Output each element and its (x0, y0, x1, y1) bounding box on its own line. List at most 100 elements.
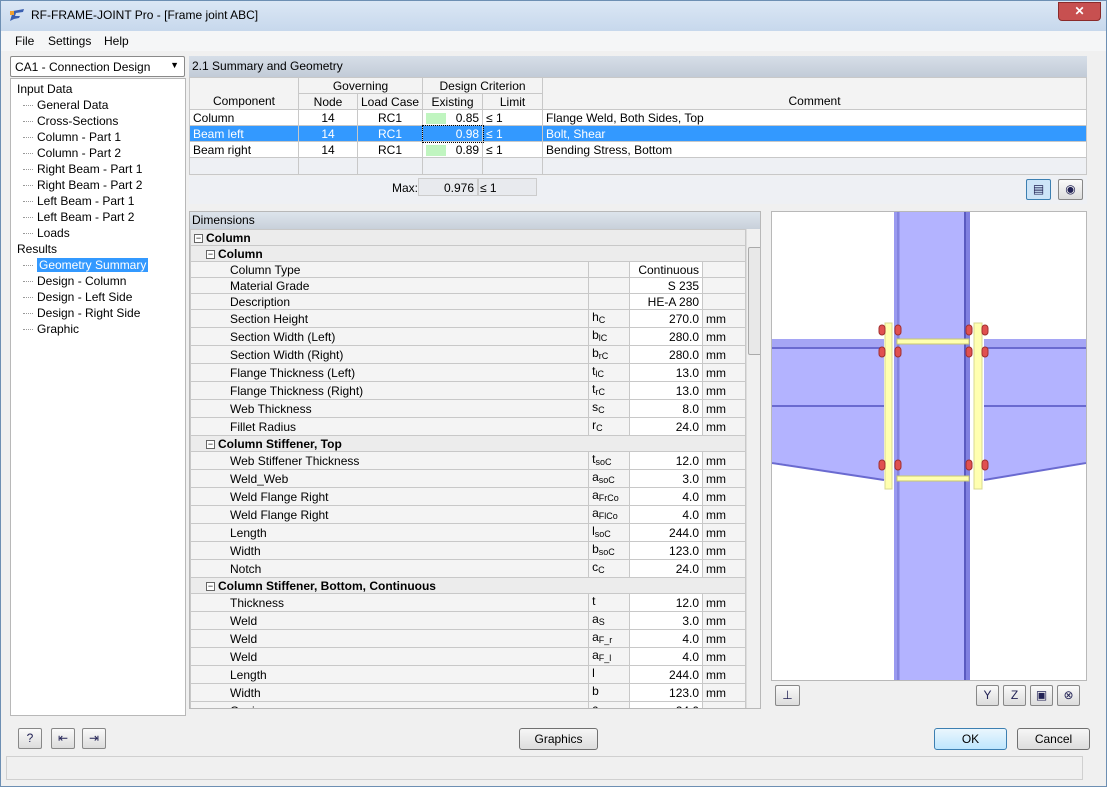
tree-item-cross-sections[interactable]: Cross-Sections (11, 113, 118, 129)
tree-item-general-data[interactable]: General Data (11, 97, 108, 113)
dimension-row[interactable]: Web Stiffener Thickness tsoC 12.0 mm (190, 451, 746, 470)
dimension-row[interactable]: Width bsoC 123.0 mm (190, 541, 746, 560)
param-value[interactable]: 12.0 (629, 451, 704, 470)
tree-item-right-beam-part-2[interactable]: Right Beam - Part 2 (11, 177, 142, 193)
tree-item-design-right-side[interactable]: Design - Right Side (11, 305, 140, 321)
view-settings-button[interactable]: ⊥ (775, 685, 800, 706)
tree-item-graphic[interactable]: Graphic (11, 321, 79, 337)
param-value[interactable]: 24.0 (629, 559, 704, 578)
collapse-icon[interactable]: − (206, 249, 215, 259)
param-value[interactable]: 280.0 (629, 345, 704, 364)
dimension-row[interactable]: Flange Thickness (Right) trC 13.0 mm (190, 381, 746, 400)
scrollbar-thumb[interactable] (748, 247, 760, 355)
param-value[interactable]: 244.0 (629, 665, 704, 684)
dimension-row[interactable]: Thickness t 12.0 mm (190, 593, 746, 612)
param-value[interactable]: 270.0 (629, 309, 704, 328)
ok-button[interactable]: OK (934, 728, 1007, 750)
param-value[interactable]: 3.0 (629, 469, 704, 488)
param-value[interactable]: 12.0 (629, 593, 704, 612)
tree-item-design-column[interactable]: Design - Column (11, 273, 126, 289)
param-value[interactable]: 3.0 (629, 611, 704, 630)
tree-item-loads[interactable]: Loads (11, 225, 70, 241)
dimension-row[interactable]: Weld_Web asoC 3.0 mm (190, 469, 746, 488)
col-header-governing: Governing (297, 77, 424, 94)
dimension-row[interactable]: Fillet Radius rC 24.0 mm (190, 417, 746, 436)
dimension-row[interactable]: Material Grade S 235 (190, 277, 746, 294)
menu-file[interactable]: File (15, 34, 34, 48)
dimension-row[interactable]: Length lsoC 244.0 mm (190, 523, 746, 542)
param-value[interactable]: 4.0 (629, 487, 704, 506)
view-iso-button[interactable]: ▣ (1030, 685, 1053, 706)
param-value[interactable]: 4.0 (629, 629, 704, 648)
param-value[interactable]: 123.0 (629, 541, 704, 560)
param-value[interactable]: S 235 (629, 277, 704, 294)
tree-item-design-left-side[interactable]: Design - Left Side (11, 289, 132, 305)
collapse-icon[interactable]: − (206, 439, 215, 449)
tree-item-column-part-1[interactable]: Column - Part 1 (11, 129, 121, 145)
import-button[interactable]: ⇥ (82, 728, 106, 749)
dimension-row[interactable]: Section Width (Right) brC 280.0 mm (190, 345, 746, 364)
case-select[interactable]: CA1 - Connection Design ▼ (10, 56, 185, 77)
view-y-button[interactable]: Y (976, 685, 999, 706)
param-value[interactable]: 8.0 (629, 399, 704, 418)
group-row[interactable]: − Column (190, 229, 746, 246)
summary-row[interactable]: Column 14 RC1 0.85 ≤ 1 Flange Weld, Both Side… (189, 109, 1087, 126)
param-value[interactable]: 4.0 (629, 505, 704, 524)
tree-item-left-beam-part-2[interactable]: Left Beam - Part 2 (11, 209, 134, 225)
dimensions-scrollbar[interactable] (746, 229, 760, 708)
dimension-row[interactable]: Web Thickness sC 8.0 mm (190, 399, 746, 418)
summary-row[interactable]: Beam left 14 RC1 0.98 ≤ 1 Bolt, Shear (189, 124, 1087, 143)
summary-row[interactable]: Beam right 14 RC1 0.89 ≤ 1 Bending Stress, Bo… (189, 141, 1087, 158)
tree-item-left-beam-part-1[interactable]: Left Beam - Part 1 (11, 193, 134, 209)
param-label: Weld_Web (230, 471, 289, 486)
group-row[interactable]: − Column Stiffener, Bottom, Continuous (190, 577, 746, 594)
graphic-viewport[interactable] (771, 211, 1087, 681)
view-button[interactable]: ◉ (1058, 179, 1083, 200)
collapse-icon[interactable]: − (194, 233, 203, 243)
cell-text: 14 (321, 126, 335, 141)
group-row[interactable]: − Column Stiffener, Top (190, 435, 746, 452)
param-value[interactable]: 24.0 (629, 417, 704, 436)
dimension-row[interactable]: Section Width (Left) blC 280.0 mm (190, 327, 746, 346)
export-button[interactable]: ⇤ (51, 728, 75, 749)
table-view-button[interactable]: ▤ (1026, 179, 1051, 200)
param-value[interactable]: HE-A 280 (629, 293, 704, 310)
dimension-row[interactable]: Column Type Continuous (190, 261, 746, 278)
dimension-row[interactable]: Weld aF_r 4.0 mm (190, 629, 746, 648)
param-value[interactable]: 24.0 (629, 701, 704, 708)
param-value[interactable]: 244.0 (629, 523, 704, 542)
tree-item-geometry-summary[interactable]: Geometry Summary (11, 257, 149, 273)
param-value[interactable]: 13.0 (629, 381, 704, 400)
dimension-row[interactable]: Length l 244.0 mm (190, 665, 746, 684)
menu-settings[interactable]: Settings (48, 34, 91, 48)
param-value[interactable]: 4.0 (629, 647, 704, 666)
help-button[interactable]: ? (18, 728, 42, 749)
tree-group-input-data[interactable]: Input Data (11, 81, 72, 97)
dimension-row[interactable]: Width b 123.0 mm (190, 683, 746, 702)
close-button[interactable]: ✕ (1058, 2, 1101, 21)
tree-group-results[interactable]: Results (11, 241, 57, 257)
dimension-row[interactable]: Weld aS 3.0 mm (190, 611, 746, 630)
dimension-row[interactable]: Notch cC 24.0 mm (190, 559, 746, 578)
cancel-button[interactable]: Cancel (1017, 728, 1090, 750)
menu-help[interactable]: Help (104, 34, 129, 48)
dimension-row[interactable]: Coping c 24.0 mm (190, 701, 746, 708)
collapse-icon[interactable]: − (206, 581, 215, 591)
param-value[interactable]: 280.0 (629, 327, 704, 346)
param-value[interactable]: 123.0 (629, 683, 704, 702)
graphics-button[interactable]: Graphics (519, 728, 598, 750)
dimension-row[interactable]: Weld Flange Right aFrCo 4.0 mm (190, 487, 746, 506)
tree-item-right-beam-part-1[interactable]: Right Beam - Part 1 (11, 161, 142, 177)
dimension-row[interactable]: Weld Flange Right aFlCo 4.0 mm (190, 505, 746, 524)
param-value[interactable]: 13.0 (629, 363, 704, 382)
dimension-row[interactable]: Description HE-A 280 (190, 293, 746, 310)
group-row[interactable]: − Column (190, 245, 746, 262)
param-value[interactable]: Continuous (629, 261, 704, 278)
dimension-row[interactable]: Section Height hC 270.0 mm (190, 309, 746, 328)
dimension-row[interactable]: Weld aF_l 4.0 mm (190, 647, 746, 666)
group-cell: − Column (190, 229, 746, 246)
tree-item-column-part-2[interactable]: Column - Part 2 (11, 145, 121, 161)
view-z-button[interactable]: Z (1003, 685, 1026, 706)
dimension-row[interactable]: Flange Thickness (Left) tlC 13.0 mm (190, 363, 746, 382)
reset-view-button[interactable]: ⊗ (1057, 685, 1080, 706)
